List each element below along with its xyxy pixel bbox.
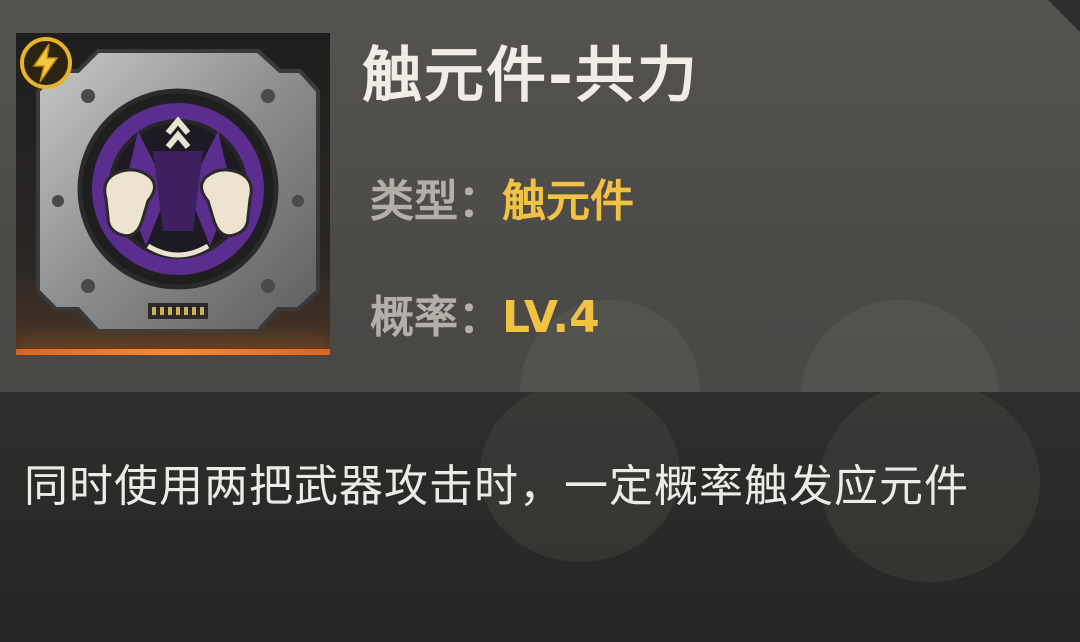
item-tooltip-card: 触元件-共力 类型：触元件 概率：LV.4 同时使用两把武器攻击时，一定概率触发…: [0, 0, 1080, 642]
item-type-value: 触元件: [502, 176, 634, 227]
lightning-energy-icon: [18, 35, 74, 91]
item-probability-label: 概率：: [370, 292, 502, 343]
background-ghost-emblem: [800, 300, 1000, 392]
item-probability-value: LV.4: [502, 292, 600, 343]
header-panel: 触元件-共力 类型：触元件 概率：LV.4: [0, 0, 1080, 392]
panel-corner-notch: [1048, 0, 1080, 32]
item-icon-frame: [16, 33, 330, 355]
item-type-label: 类型：: [370, 176, 502, 227]
rarity-glow-bar: [16, 349, 330, 355]
item-title: 触元件-共力: [362, 41, 699, 111]
item-description: 同时使用两把武器攻击时，一定概率触发应元件: [24, 461, 969, 512]
item-type-row: 类型：触元件: [370, 172, 634, 232]
item-probability-row: 概率：LV.4: [370, 288, 600, 348]
